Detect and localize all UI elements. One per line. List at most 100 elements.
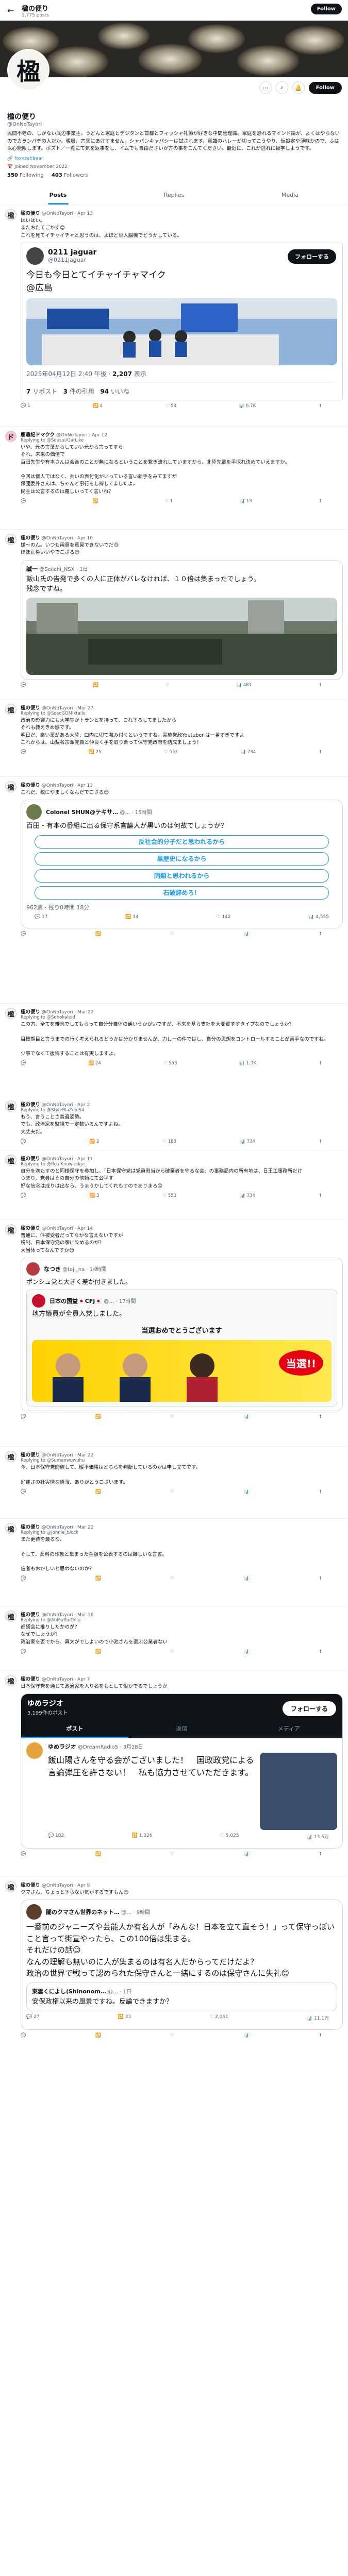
jaguar-avatar[interactable] <box>26 247 44 265</box>
tweet[interactable]: 楹 楹の便り @OnNoTayori · Apr 10 嫌〜のん。いつも用意を意… <box>0 530 348 700</box>
share-icon[interactable]: ↑ <box>319 1193 322 1198</box>
share-icon[interactable]: ↑ <box>319 750 322 755</box>
share-icon[interactable]: ↑ <box>319 1489 322 1495</box>
tweet-author[interactable]: 楹の便り <box>21 1009 40 1015</box>
like-icon[interactable]: ♡ <box>170 1852 174 1857</box>
repost-icon[interactable]: 🔁 2 <box>90 1139 100 1144</box>
tweet-author[interactable]: 楹の便り <box>21 783 40 788</box>
like-icon[interactable]: ♡ 553 <box>163 1061 177 1066</box>
tweet-avatar[interactable]: 楹 <box>5 534 16 546</box>
card-likes[interactable]: 94 <box>100 388 109 395</box>
views-icon[interactable]: 📊 6.7K <box>239 403 256 409</box>
tweet-author[interactable]: 楹の便り <box>21 535 40 541</box>
tweet[interactable]: 楹 楹の便り @OnNoTayori · Mar 22 Replying to … <box>0 1519 348 1607</box>
following-label[interactable]: Following <box>20 173 44 178</box>
tweet-avatar[interactable]: 楹 <box>5 1155 16 1166</box>
tweet-avatar[interactable]: 楹 <box>5 1224 16 1236</box>
tweet-author[interactable]: 楹の便り <box>21 1524 40 1530</box>
reply-icon[interactable]: 💬 <box>21 683 26 688</box>
like-icon[interactable]: ♡ 1 <box>165 499 173 504</box>
reply-context[interactable]: Replying to @Sumanwuwuhu <box>21 1458 343 1463</box>
tweet-avatar[interactable]: 楹 <box>5 1451 16 1463</box>
tweet[interactable]: 楹 楹の便り @OnNoTayori · Mar 22 Replying to … <box>0 1447 348 1519</box>
tweet-author[interactable]: 楹の便り <box>21 1676 40 1682</box>
repost-icon[interactable]: 🔁 25 <box>89 750 101 755</box>
tab-replies[interactable]: Replies <box>116 185 232 205</box>
like-icon[interactable]: ♡ <box>170 1414 174 1419</box>
post-screenshot[interactable]: 闇のクマさん世界のネット… @… · 9時間 一番前のジャニーズや芸能人か有名人… <box>21 1900 343 2030</box>
repost-icon[interactable]: 🔁 <box>95 1489 101 1495</box>
views-icon[interactable]: 📊 <box>244 1852 250 1857</box>
tweet-author[interactable]: 楹の便り <box>21 705 40 711</box>
profile-link[interactable]: foxxzabbear <box>14 156 43 161</box>
share-icon[interactable]: ↑ <box>319 499 322 504</box>
repost-icon[interactable]: 🔁 <box>95 931 101 937</box>
profile-follow-button[interactable]: Follow <box>308 81 342 94</box>
quoted-post[interactable]: なつき @taji_na · 14時間 ポンシュ党と大きく差が付きました。 日本… <box>21 1257 343 1412</box>
tweet[interactable]: 楹 楹の便り @OnNoTayori · Apr 2 Replying to @… <box>0 1096 348 1151</box>
share-icon[interactable]: ↑ <box>319 1649 322 1654</box>
share-icon[interactable]: ↑ <box>319 931 322 937</box>
card-quotes[interactable]: 3 <box>63 388 68 395</box>
tweet[interactable]: 楹 楹の便り @OnNoTayori · Mar 22 Replying to … <box>0 1004 348 1097</box>
card-quotes-label[interactable]: 件の引用 <box>70 388 94 395</box>
embedded-post-card[interactable]: 0211 jaguar @0211jaguar フォローする 今日も今日とてイチ… <box>21 242 343 400</box>
repost-icon[interactable]: 🔁 <box>95 1576 101 1581</box>
reply-icon[interactable]: 💬 <box>21 750 26 755</box>
card-reposts-label[interactable]: リポスト <box>32 388 57 395</box>
acct-tab-media[interactable]: メディア <box>235 1721 342 1738</box>
tweet-avatar[interactable]: 楹 <box>5 1100 16 1112</box>
tweet-author[interactable]: 楹の便り <box>21 1883 40 1888</box>
like-icon[interactable]: ♡ <box>165 683 170 688</box>
tweet-author[interactable]: 楹の便り <box>21 211 40 216</box>
tweet-author[interactable]: 楹の便り <box>21 1226 40 1231</box>
account-screenshot[interactable]: ゆめラジオ 3,199件のポスト フォローする ポスト 返信 メディア ゆめラジ… <box>21 1693 343 1849</box>
tweet[interactable]: 楹 楹の便り @OnNoTayori · Apr 11 Replying to … <box>0 1150 348 1221</box>
tab-posts[interactable]: Posts <box>0 185 116 205</box>
tweet-avatar[interactable]: 楹 <box>5 1611 16 1622</box>
repost-icon[interactable]: 🔁 4 <box>93 403 103 409</box>
election-notice-card[interactable]: 日本の国益🇯🇵CFJ🇯🇵 @… · 17時間 地方議員が全員入党しました。 当選… <box>26 1289 337 1407</box>
repost-icon[interactable]: 🔁 3 <box>90 1193 100 1198</box>
tweet[interactable]: 楹 楹の便り @OnNoTayori · Mar 27 Replying to … <box>0 700 348 777</box>
tweet-author[interactable]: 鹿鼎記ドマクク <box>21 432 55 438</box>
tweet-avatar[interactable]: 楹 <box>5 1008 16 1020</box>
like-icon[interactable]: ♡ 553 <box>163 1193 177 1198</box>
followers-label[interactable]: Followers <box>64 173 88 178</box>
tweet-avatar[interactable]: 楹 <box>5 781 16 793</box>
acct-follow-button[interactable]: フォローする <box>282 1701 336 1717</box>
share-icon[interactable]: ↑ <box>319 1061 322 1066</box>
views-icon[interactable]: 📊 <box>244 1414 250 1419</box>
share-icon[interactable]: ↑ <box>319 1414 322 1419</box>
share-icon[interactable]: ↑ <box>319 403 322 409</box>
like-icon[interactable]: ♡ <box>170 931 174 937</box>
views-icon[interactable]: 📊 734 <box>240 1139 255 1144</box>
reply-icon[interactable]: 💬 1 <box>21 403 30 409</box>
repost-icon[interactable]: 🔁 <box>95 1649 101 1654</box>
tweet[interactable]: 楹 楹の便り @OnNoTayori · Apr 9 クマさん、ちょっと下らない… <box>0 1877 348 2165</box>
tweet-author[interactable]: 楹の便り <box>21 1156 40 1162</box>
reply-icon[interactable]: 💬 <box>21 1852 26 1857</box>
header-follow-button[interactable]: Follow <box>310 4 342 14</box>
like-icon[interactable]: ♡ <box>170 2033 174 2038</box>
like-icon[interactable]: ♡ <box>170 1576 174 1581</box>
poll-screenshot[interactable]: Colonel SHUN@テキサ… @… · 15時間 百田・有本の番組に出る保… <box>21 800 343 928</box>
reply-context[interactable]: Replying to @RealKnowledge_ <box>21 1162 343 1167</box>
profile-avatar[interactable]: 楹 <box>7 49 49 91</box>
tweet[interactable]: 楹 楹の便り @OnNoTayori · Apr 14 普通に、件被受者だってな… <box>0 1220 348 1447</box>
reply-icon[interactable]: 💬 <box>21 1414 26 1419</box>
tweet-avatar[interactable]: 楹 <box>5 1523 16 1535</box>
views-icon[interactable]: 📊 <box>244 1576 250 1581</box>
repost-icon[interactable]: 🔁 <box>95 2033 101 2038</box>
share-icon[interactable]: ↑ <box>319 1139 322 1144</box>
quote-photo[interactable] <box>26 597 337 675</box>
views-icon[interactable]: 📊 13 <box>240 499 252 504</box>
views-icon[interactable]: 📊 1.3K <box>239 1061 256 1066</box>
views-icon[interactable]: 📊 <box>244 931 250 937</box>
tweet[interactable]: 楹 楹の便り @OnNoTayori · Mar 16 Replying to … <box>0 1606 348 1671</box>
reply-context[interactable]: Replying to @AbMuffinDelu <box>21 1618 343 1623</box>
reply-icon[interactable]: 💬 <box>21 1139 26 1144</box>
share-icon[interactable]: ↑ <box>319 1576 322 1581</box>
card-follow-button[interactable]: フォローする <box>288 249 336 264</box>
views-icon[interactable]: 📊 <box>244 1489 250 1495</box>
